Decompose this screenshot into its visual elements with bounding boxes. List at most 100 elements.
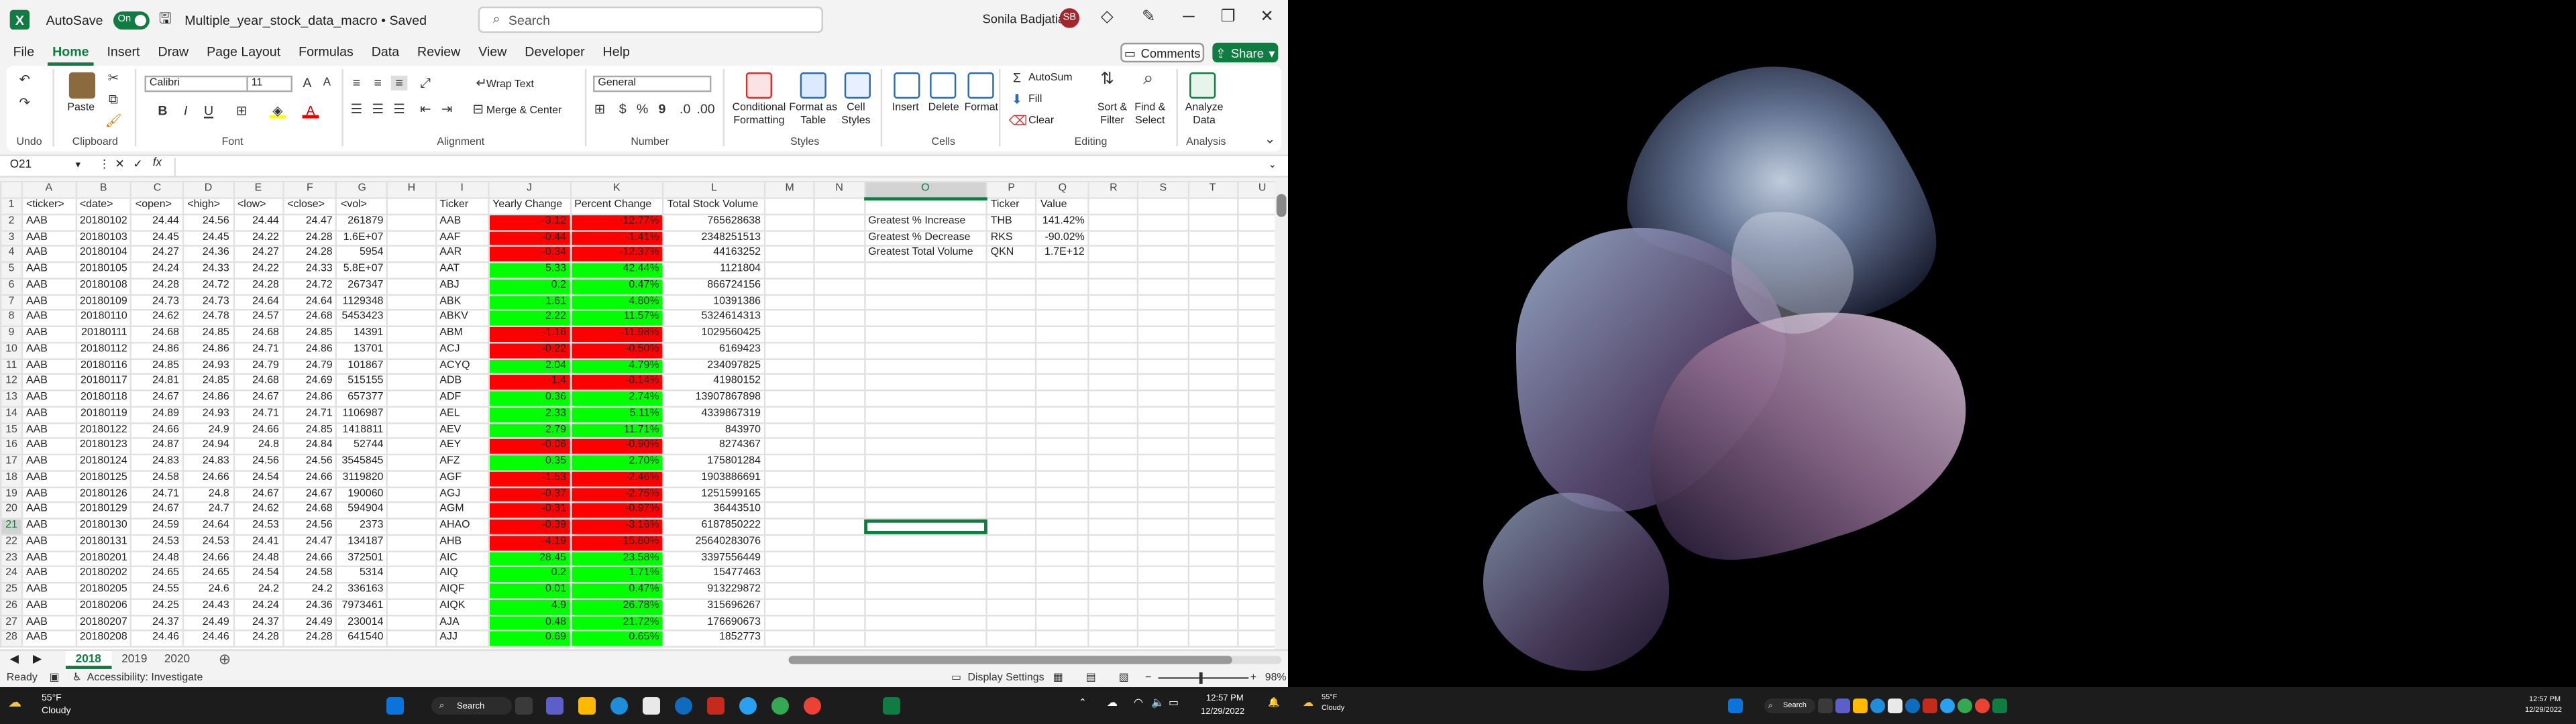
decrease-decimal-icon[interactable]: .00	[696, 102, 714, 117]
cell[interactable]	[985, 373, 1038, 391]
clock-date[interactable]: 12/29/2022	[2525, 706, 2562, 714]
app-icon[interactable]	[1940, 699, 1955, 713]
chrome-icon[interactable]	[1957, 699, 1972, 713]
cell[interactable]	[1187, 309, 1238, 327]
cell[interactable]	[863, 293, 987, 312]
cell[interactable]	[1035, 518, 1090, 536]
cell[interactable]	[1035, 357, 1090, 375]
fill-icon[interactable]: ⬇	[1009, 92, 1025, 107]
column-header[interactable]: G	[335, 180, 388, 199]
diamond-icon[interactable]: ◇	[1101, 8, 1114, 26]
edge-icon[interactable]	[1870, 699, 1885, 713]
horizontal-scrollbar[interactable]	[788, 656, 1282, 664]
cut-icon[interactable]: ✂	[105, 70, 121, 85]
cell[interactable]	[1087, 566, 1140, 584]
cell[interactable]	[985, 453, 1038, 472]
menu-tab-insert[interactable]: Insert	[102, 40, 145, 66]
cell[interactable]: 24.68	[282, 501, 338, 520]
autosum-button[interactable]: AutoSum	[1028, 72, 1073, 84]
cell[interactable]: <close>	[282, 197, 338, 215]
cell[interactable]	[1137, 453, 1189, 472]
share-button[interactable]: ⇪ Share ▾	[1212, 42, 1279, 63]
cell[interactable]: 20180131	[74, 534, 133, 552]
column-header[interactable]: A	[21, 180, 76, 199]
cell[interactable]: 24.37	[232, 613, 284, 632]
prev-sheet-icon[interactable]: ◀	[10, 652, 19, 666]
cell[interactable]	[814, 213, 865, 231]
cell[interactable]	[386, 389, 437, 408]
cell[interactable]	[1187, 485, 1238, 503]
cell[interactable]: <ticker>	[21, 197, 76, 215]
column-header[interactable]: T	[1187, 180, 1238, 199]
cell[interactable]: 24.86	[130, 341, 184, 359]
cell[interactable]	[1087, 534, 1140, 552]
cell[interactable]: AAB	[21, 501, 76, 520]
cell[interactable]	[814, 309, 865, 327]
normal-view-icon[interactable]: ▦	[1053, 670, 1063, 684]
cell[interactable]: -2.75%	[569, 485, 664, 503]
row-header[interactable]: 18	[0, 469, 23, 487]
cell[interactable]: 134187	[335, 534, 388, 552]
cell[interactable]	[1035, 501, 1090, 520]
cell[interactable]: 336163	[335, 582, 388, 600]
cell[interactable]: 24.86	[182, 341, 235, 359]
cell[interactable]: QKN	[985, 245, 1038, 263]
minimize-icon[interactable]: ─	[1183, 8, 1194, 26]
cell[interactable]: 372501	[335, 550, 388, 568]
cell[interactable]	[863, 341, 987, 359]
cell[interactable]	[985, 421, 1038, 440]
cell[interactable]	[985, 341, 1038, 359]
cell[interactable]: 24.56	[282, 453, 338, 472]
cell[interactable]	[763, 597, 816, 616]
cell[interactable]: 24.56	[232, 453, 284, 472]
cell[interactable]: 13907867898	[662, 389, 766, 408]
cell[interactable]: 24.85	[282, 325, 338, 343]
cell[interactable]: 24.24	[232, 597, 284, 616]
column-header[interactable]: O	[863, 180, 987, 200]
cell[interactable]	[1137, 566, 1189, 584]
cell[interactable]	[1087, 501, 1140, 520]
cell[interactable]	[814, 197, 865, 215]
cell[interactable]: 190060	[335, 485, 388, 503]
cell[interactable]: 1.7E+12	[1035, 245, 1090, 263]
cell[interactable]	[814, 550, 865, 568]
cell[interactable]: 24.7	[182, 501, 235, 520]
insert-function-button[interactable]: fx	[153, 158, 162, 169]
cell[interactable]	[1187, 534, 1238, 552]
cell[interactable]: 20180123	[74, 437, 133, 456]
cell[interactable]	[814, 582, 865, 600]
merge-center-button[interactable]: Merge & Center	[486, 105, 561, 117]
cell[interactable]	[1137, 534, 1189, 552]
cell[interactable]	[1187, 566, 1238, 584]
increase-font-icon[interactable]: A	[299, 76, 315, 90]
cell[interactable]	[386, 213, 437, 231]
cell[interactable]	[763, 357, 816, 375]
cell[interactable]: 3397556449	[662, 550, 766, 568]
cell[interactable]: 5.33	[487, 261, 572, 280]
cell[interactable]	[386, 485, 437, 503]
cell[interactable]: 24.28	[282, 629, 338, 648]
cell[interactable]	[1187, 213, 1238, 231]
column-header[interactable]: H	[386, 180, 437, 199]
cell[interactable]	[863, 485, 987, 503]
cell[interactable]	[386, 197, 437, 215]
cell[interactable]	[763, 534, 816, 552]
cell[interactable]: 5453423	[335, 309, 388, 327]
row-header[interactable]: 12	[0, 373, 23, 391]
cell[interactable]: 5314	[335, 566, 388, 584]
store-icon[interactable]	[643, 697, 660, 715]
cell[interactable]: 41980152	[662, 373, 766, 391]
cell[interactable]	[814, 245, 865, 263]
conditional-formatting-button[interactable]: Conditional Formatting	[726, 102, 792, 128]
sheet-tab-2019[interactable]: 2019	[112, 651, 158, 669]
cell[interactable]: 11.71%	[569, 421, 664, 440]
macro-record-icon[interactable]: ▣	[49, 670, 59, 684]
cell[interactable]: 176690673	[662, 613, 766, 632]
row-header[interactable]: 13	[0, 389, 23, 408]
format-painter-icon[interactable]: 🖌	[105, 113, 122, 128]
column-header[interactable]: B	[74, 180, 133, 199]
cell[interactable]: 1.71%	[569, 566, 664, 584]
row-header[interactable]: 7	[0, 293, 23, 312]
cell[interactable]	[763, 518, 816, 536]
cell[interactable]	[814, 437, 865, 456]
